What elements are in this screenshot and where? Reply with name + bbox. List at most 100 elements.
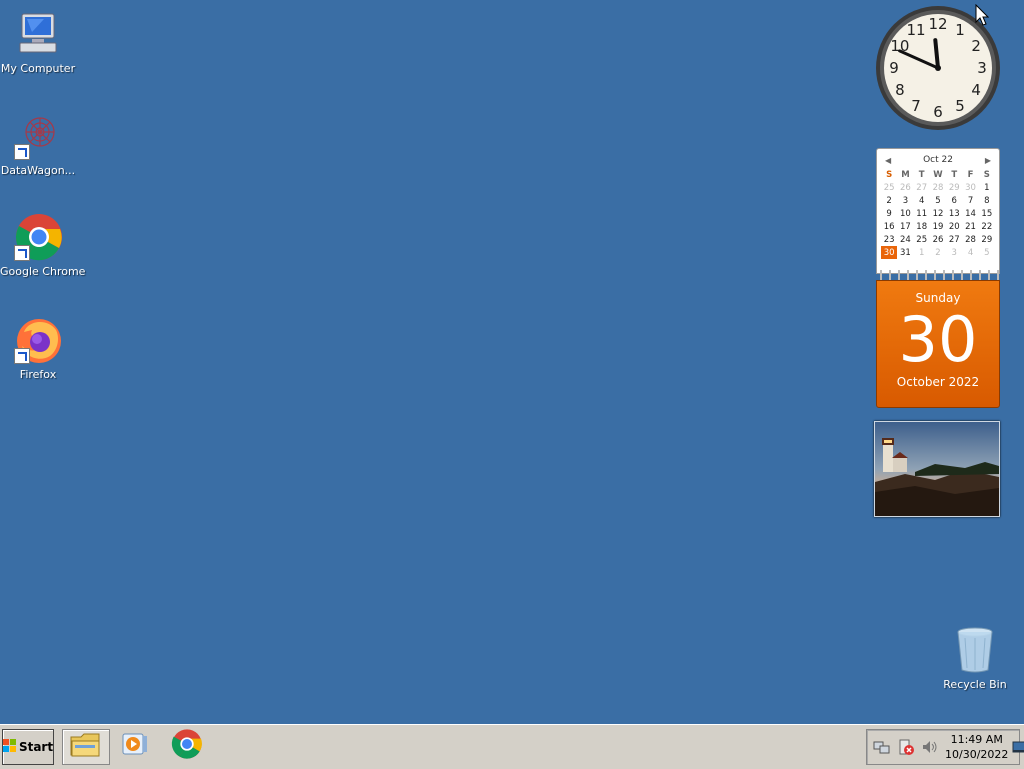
firefox-icon	[14, 316, 62, 364]
calendar-day-cell[interactable]: 3	[897, 194, 913, 207]
lighthouse-photo	[875, 422, 999, 516]
desktop-icon-recycle-bin[interactable]: Recycle Bin	[940, 626, 1010, 691]
calendar-day-cell[interactable]: 28	[930, 181, 946, 194]
taskbar-file-explorer[interactable]	[62, 729, 110, 765]
calendar-day-cell[interactable]: 5	[930, 194, 946, 207]
calendar-day-cell[interactable]: 13	[946, 207, 962, 220]
calendar-grid: SMTWTFS 25 26 27 28 29 30 1 2 3 4 5 6 7 8 9 10 11 12 13 14 1…	[881, 168, 995, 259]
calendar-day-cell[interactable]: 24	[897, 233, 913, 246]
chrome-icon	[171, 728, 203, 764]
clock-number: 11	[906, 21, 925, 39]
calendar-day-cell[interactable]: 25	[881, 181, 897, 194]
calendar-day-cell[interactable]: 6	[946, 194, 962, 207]
calendar-weekday-header: T	[918, 169, 925, 180]
taskbar-chrome[interactable]	[164, 729, 210, 763]
desktop-icon-label: DataWagon...	[0, 164, 76, 177]
clock-number: 1	[955, 21, 965, 39]
calendar-day-cell[interactable]: 2	[930, 246, 946, 259]
start-button[interactable]: Start	[2, 729, 54, 765]
calendar-day-cell[interactable]: 3	[946, 246, 962, 259]
calendar-day-cell[interactable]: 2	[881, 194, 897, 207]
calendar-day-cell[interactable]: 4	[962, 246, 978, 259]
calendar-weekday-header: S	[983, 169, 990, 180]
clock-number: 2	[971, 37, 981, 55]
calendar-day-cell[interactable]: 8	[979, 194, 995, 207]
clock-hour-hand	[933, 38, 940, 70]
calendar-day-cell[interactable]: 29	[946, 181, 962, 194]
clock-number: 5	[955, 97, 965, 115]
calendar-day-cell[interactable]: 10	[897, 207, 913, 220]
calendar-day-cell[interactable]: 18	[914, 220, 930, 233]
system-tray: 11:49 AM 10/30/2022	[866, 729, 1024, 765]
calendar-day-cell[interactable]: 28	[962, 233, 978, 246]
calendar-prev-icon[interactable]: ◀	[885, 156, 891, 165]
calendar-day-cell[interactable]: 31	[897, 246, 913, 259]
calendar-day-cell[interactable]: 25	[914, 233, 930, 246]
calendar-day-cell[interactable]: 30	[962, 181, 978, 194]
clock-number: 7	[911, 97, 921, 115]
calendar-day-cell[interactable]: 30	[881, 246, 898, 259]
calendar-day-cell[interactable]: 27	[946, 233, 962, 246]
calendar-day-cell[interactable]: 1	[914, 246, 930, 259]
calendar-day-cell[interactable]: 21	[962, 220, 978, 233]
volume-icon[interactable]	[921, 738, 939, 756]
calendar-day-cell[interactable]: 27	[914, 181, 930, 194]
file-explorer-icon	[69, 731, 103, 763]
desktop-icon-label: Firefox	[19, 368, 57, 381]
clock-number: 3	[977, 59, 987, 77]
calendar-day-cell[interactable]: 11	[914, 207, 930, 220]
calendar-day-cell[interactable]: 9	[881, 207, 897, 220]
desktop-icon-firefox[interactable]: Firefox	[0, 316, 76, 381]
datawagon-icon	[14, 112, 62, 160]
recycle-bin-icon	[951, 626, 999, 674]
calendar-weekday-header: T	[951, 169, 958, 180]
calendar-day-cell[interactable]: 26	[897, 181, 913, 194]
calendar-weekday-header: S	[886, 169, 893, 180]
my-computer-icon	[14, 10, 62, 58]
tray-date: 10/30/2022	[945, 748, 1009, 761]
calendar-month-label: Oct 22	[923, 155, 953, 165]
taskbar: Start 11:49 AM 10/30/2022	[0, 724, 1024, 769]
action-center-icon[interactable]	[897, 738, 915, 756]
calendar-day-cell[interactable]: 5	[979, 246, 995, 259]
calendar-gadget[interactable]: ◀ Oct 22 ▶ SMTWTFS 25 26 27 28 29 30 1 2 3 4 5 6 7 8 9…	[876, 148, 1000, 408]
desktop-icon-google-chrome[interactable]: Google Chrome	[0, 213, 86, 278]
desktop-icon-label: Recycle Bin	[943, 678, 1007, 691]
calendar-day-cell[interactable]: 4	[914, 194, 930, 207]
desktop-icon-label: Google Chrome	[0, 265, 86, 278]
calendar-day-cell[interactable]: 12	[930, 207, 946, 220]
calendar-day-cell[interactable]: 20	[946, 220, 962, 233]
taskbar-media-player[interactable]	[112, 729, 158, 763]
desktop-icon-datawagon[interactable]: DataWagon...	[0, 112, 76, 177]
calendar-day-cell[interactable]: 17	[897, 220, 913, 233]
calendar-day-number: 30	[898, 303, 978, 376]
clock-number: 4	[971, 81, 981, 99]
calendar-day-cell[interactable]: 26	[930, 233, 946, 246]
calendar-weekday: Sunday	[915, 291, 961, 305]
calendar-day-cell[interactable]: 15	[979, 207, 995, 220]
clock-number: 12	[928, 15, 947, 33]
show-desktop-icon[interactable]	[1012, 738, 1024, 756]
desktop-icon-my-computer[interactable]: My Computer	[0, 10, 76, 75]
calendar-next-icon[interactable]: ▶	[985, 156, 991, 165]
calendar-day-view: Sunday 30 October 2022	[876, 280, 1000, 408]
calendar-month-view: ◀ Oct 22 ▶ SMTWTFS 25 26 27 28 29 30 1 2 3 4 5 6 7 8 9…	[876, 148, 1000, 274]
calendar-day-cell[interactable]: 23	[881, 233, 897, 246]
calendar-weekday-header: W	[933, 169, 943, 180]
network-icon[interactable]	[873, 738, 891, 756]
calendar-day-cell[interactable]: 7	[962, 194, 978, 207]
start-label: Start	[18, 740, 54, 754]
calendar-day-cell[interactable]: 1	[979, 181, 995, 194]
calendar-day-cell[interactable]: 19	[930, 220, 946, 233]
calendar-day-cell[interactable]: 14	[962, 207, 978, 220]
tray-clock[interactable]: 11:49 AM 10/30/2022	[945, 732, 1008, 762]
tray-time: 11:49 AM	[950, 733, 1003, 746]
slideshow-gadget[interactable]	[874, 421, 1000, 517]
calendar-day-cell[interactable]: 22	[979, 220, 995, 233]
calendar-month-year: October 2022	[896, 375, 980, 389]
calendar-day-cell[interactable]: 16	[881, 220, 897, 233]
shortcut-arrow-icon	[14, 144, 30, 160]
shortcut-arrow-icon	[14, 348, 30, 364]
windows-logo-icon	[2, 738, 17, 756]
calendar-day-cell[interactable]: 29	[979, 233, 995, 246]
